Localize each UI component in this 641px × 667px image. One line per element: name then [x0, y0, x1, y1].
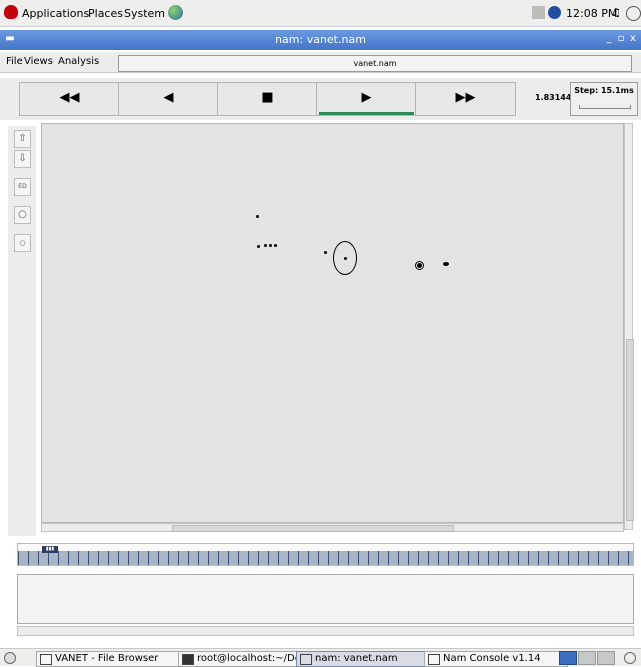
- step-label: Step: 15.1ms: [574, 86, 634, 95]
- web-browser-icon[interactable]: [168, 5, 183, 20]
- window-icon: [300, 654, 312, 665]
- terminal-icon: [182, 654, 194, 665]
- trash-icon[interactable]: [624, 652, 636, 664]
- clock[interactable]: 12:08 PM: [566, 7, 617, 20]
- redhat-logo-icon: [4, 5, 18, 19]
- menu-views[interactable]: Views: [24, 56, 53, 67]
- task-label: Nam Console v1.14: [443, 653, 541, 664]
- task-label: VANET - File Browser: [55, 653, 159, 664]
- menu-system[interactable]: System: [124, 7, 165, 20]
- play-icon: ▶: [361, 90, 372, 105]
- circle-icon[interactable]: ○: [14, 206, 31, 224]
- play-button[interactable]: ▶: [316, 82, 417, 116]
- small-circle-icon[interactable]: ○: [14, 234, 31, 252]
- menu-analysis[interactable]: Analysis: [58, 56, 99, 67]
- play-active-indicator: [319, 112, 414, 115]
- menu-bar: File Views Analysis vanet.nam: [0, 52, 641, 73]
- taskbar: VANET - File Browser root@localhost:~/De…: [0, 648, 641, 667]
- update-icon[interactable]: [548, 6, 561, 19]
- node[interactable]: [274, 244, 277, 247]
- timeline-slider[interactable]: ▮▮▮: [17, 543, 634, 566]
- tray-icon[interactable]: [532, 6, 545, 19]
- network-canvas[interactable]: [41, 123, 624, 523]
- vertical-scroll-thumb[interactable]: [626, 339, 634, 521]
- node[interactable]: [344, 257, 347, 260]
- workspace-2[interactable]: [578, 651, 596, 665]
- close-icon[interactable]: x: [627, 33, 639, 45]
- file-browser-icon: [40, 654, 52, 665]
- fast-forward-button[interactable]: ▶▶: [415, 82, 516, 116]
- timeline-marker[interactable]: ▮▮▮: [42, 546, 58, 553]
- minimize-icon[interactable]: _: [603, 33, 615, 45]
- task-terminal[interactable]: root@localhost:~/Deskto...: [178, 651, 313, 667]
- info-panel-scrollbar[interactable]: [17, 626, 634, 636]
- show-desktop-icon[interactable]: [4, 652, 16, 664]
- stop-button[interactable]: ■: [217, 82, 318, 116]
- node[interactable]: [324, 251, 327, 254]
- zoom-in-icon[interactable]: ⇧: [14, 130, 31, 148]
- step-back-button[interactable]: ◀: [118, 82, 219, 116]
- node[interactable]: [417, 263, 422, 268]
- horizontal-scrollbar[interactable]: [41, 523, 624, 532]
- top-panel: Applications Places System 12:08 PM ♫: [0, 0, 641, 27]
- workspace-1[interactable]: [559, 651, 577, 665]
- maximize-icon[interactable]: ▫: [615, 33, 627, 45]
- node[interactable]: [257, 245, 260, 248]
- node[interactable]: [264, 244, 267, 247]
- window-titlebar[interactable]: ▬ nam: vanet.nam _ ▫ x: [0, 30, 641, 50]
- edit-icon[interactable]: ED: [14, 178, 31, 196]
- rewind-button[interactable]: ◀◀: [19, 82, 120, 116]
- node[interactable]: [256, 215, 259, 218]
- window-title: nam: vanet.nam: [275, 33, 366, 46]
- power-icon[interactable]: [626, 6, 641, 21]
- volume-icon[interactable]: ♫: [611, 6, 624, 19]
- task-nam-console[interactable]: Nam Console v1.14: [424, 651, 568, 667]
- task-label: nam: vanet.nam: [315, 653, 398, 664]
- menu-places[interactable]: Places: [88, 7, 123, 20]
- menu-file[interactable]: File: [6, 56, 23, 67]
- vertical-scrollbar[interactable]: [624, 123, 634, 530]
- node[interactable]: [269, 244, 272, 247]
- step-slider[interactable]: [579, 105, 631, 109]
- tool-column: ⇧ ⇩ ED ○ ○: [8, 126, 36, 536]
- timeline-ticks: [18, 551, 633, 565]
- task-nam-window[interactable]: nam: vanet.nam: [296, 651, 436, 667]
- window-icon: [428, 654, 440, 665]
- node[interactable]: [443, 262, 449, 266]
- playback-controls: ◀◀ ◀ ■ ▶ ▶▶ 1.831444 Step: 15.1ms: [0, 78, 641, 120]
- task-file-browser[interactable]: VANET - File Browser: [36, 651, 181, 667]
- horizontal-scroll-thumb[interactable]: [172, 525, 454, 532]
- file-name-field: vanet.nam: [118, 55, 632, 72]
- step-control[interactable]: Step: 15.1ms: [570, 82, 638, 116]
- info-panel[interactable]: [17, 574, 634, 624]
- workspace-3[interactable]: [597, 651, 615, 665]
- menu-applications[interactable]: Applications: [22, 7, 89, 20]
- zoom-out-icon[interactable]: ⇩: [14, 150, 31, 168]
